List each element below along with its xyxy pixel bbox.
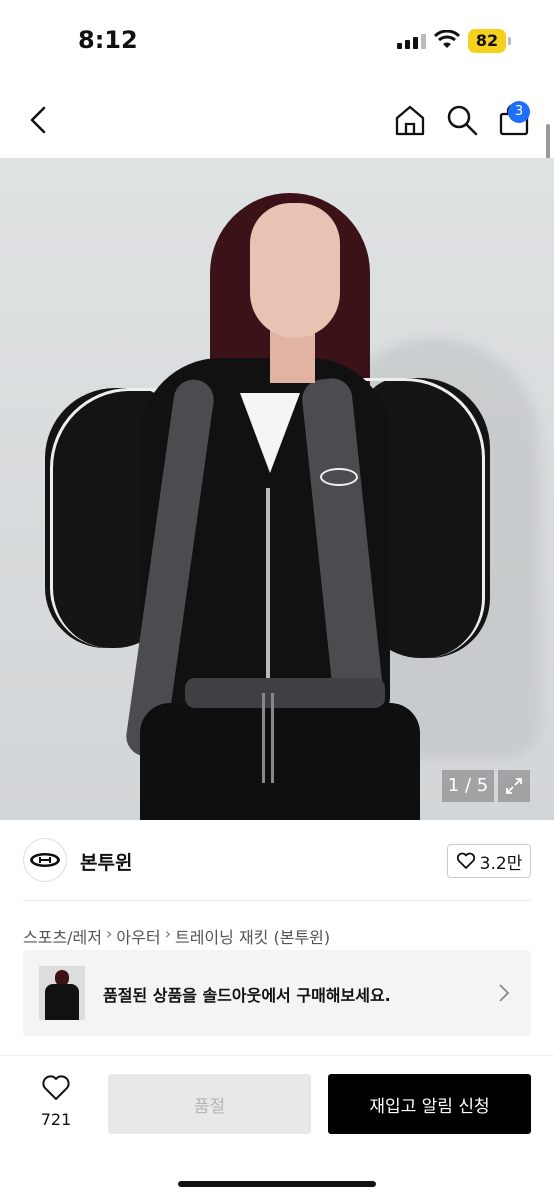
brand-like-button[interactable]: 3.2만 <box>447 844 531 878</box>
jacket-logo <box>320 468 358 486</box>
soldout-promo-banner[interactable]: 품절된 상품을 솔드아웃에서 구매해보세요. <box>23 950 531 1036</box>
breadcrumb-item[interactable]: 아우터 <box>116 924 160 948</box>
drawstring <box>262 693 274 783</box>
search-icon[interactable] <box>444 102 480 138</box>
chevron-right-icon: › <box>164 924 171 943</box>
wishlist-button[interactable]: 721 <box>30 1074 82 1129</box>
back-icon[interactable] <box>22 102 58 138</box>
jacket-waistband <box>185 678 385 708</box>
wifi-icon <box>434 30 460 48</box>
battery-indicator: 82 <box>468 29 506 53</box>
jacket-zipper <box>266 488 270 688</box>
cellular-signal-icon <box>397 34 426 49</box>
expand-icon <box>506 778 522 794</box>
top-nav <box>0 92 554 152</box>
heart-outline-icon <box>456 852 475 869</box>
divider <box>23 900 531 901</box>
bottom-bar-divider <box>0 1055 554 1056</box>
brand-logo-icon <box>30 853 60 867</box>
model-face <box>250 203 340 338</box>
product-image-carousel[interactable] <box>0 158 554 820</box>
banner-text: 품절된 상품을 솔드아웃에서 구매해보세요. <box>103 986 391 1005</box>
brand-logo[interactable] <box>23 838 67 882</box>
heart-outline-icon <box>42 1075 70 1100</box>
brand-like-count: 3.2만 <box>479 853 523 874</box>
banner-thumbnail <box>39 966 85 1020</box>
breadcrumb-item[interactable]: 스포츠/레저 <box>23 924 102 948</box>
breadcrumb-item[interactable]: 트레이닝 재킷 (본투윈) <box>175 924 330 948</box>
brand-name[interactable]: 본투윈 <box>80 848 132 875</box>
soldout-button: 품절 <box>108 1074 311 1134</box>
home-icon[interactable] <box>392 102 428 138</box>
image-counter: 1 / 5 <box>442 770 494 802</box>
breadcrumb: 스포츠/레저 › 아우터 › 트레이닝 재킷 (본투윈) <box>23 924 330 948</box>
chevron-right-icon <box>499 984 510 1002</box>
status-bar: 8:12 82 <box>0 0 554 80</box>
clock: 8:12 <box>78 26 138 54</box>
battery-tip <box>508 37 511 45</box>
expand-image-button[interactable] <box>498 770 530 802</box>
wishlist-count: 721 <box>40 1110 72 1129</box>
track-pants <box>140 703 420 820</box>
restock-alert-button[interactable]: 재입고 알림 신청 <box>328 1074 531 1134</box>
chevron-right-icon: › <box>106 924 113 943</box>
cart-count-badge: 3 <box>508 101 530 123</box>
home-indicator <box>178 1181 376 1187</box>
brand-row: 본투윈 3.2만 <box>0 838 554 884</box>
